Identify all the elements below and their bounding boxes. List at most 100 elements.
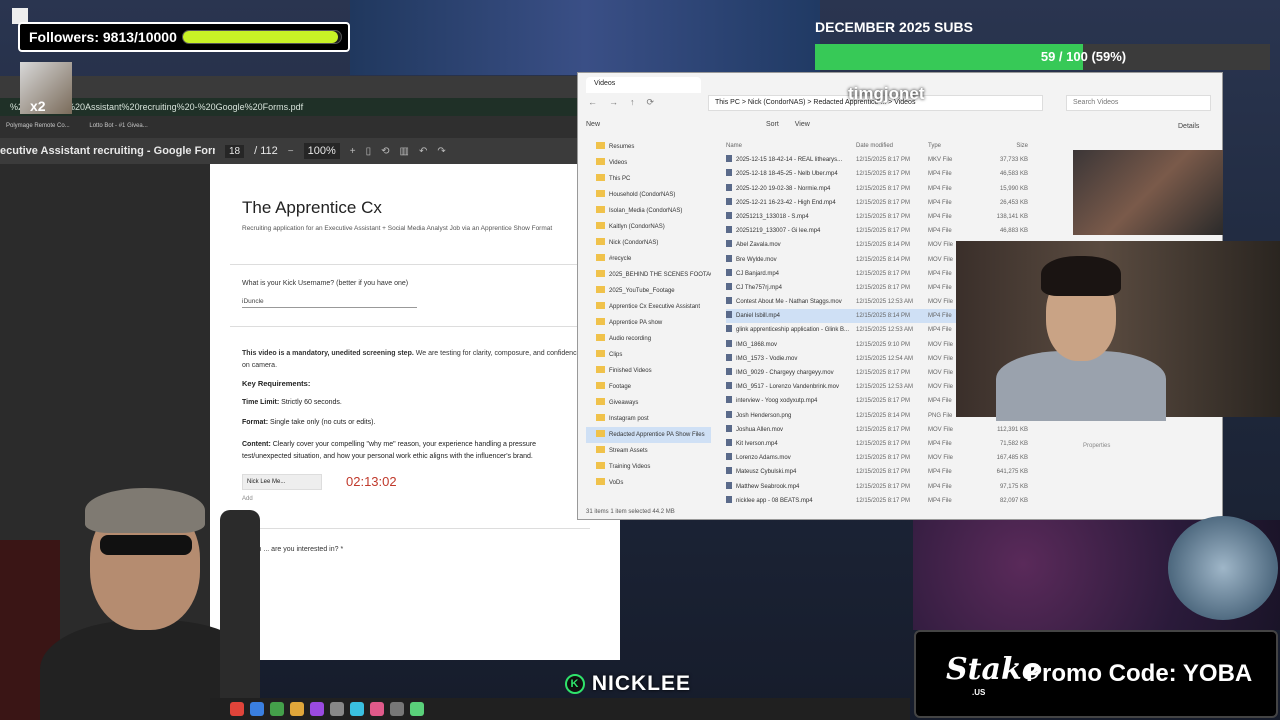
explorer-tab[interactable]: Videos (586, 77, 701, 93)
taskbar-app-icon[interactable] (290, 702, 304, 716)
file-row[interactable]: 2025-12-20 19-02-38 - Normie.mp4 12/15/20… (726, 182, 1066, 196)
tree-item-label: Isolan_Media (CondorNAS) (609, 208, 683, 214)
explorer-nav-arrows[interactable]: ←→↑⟳ (588, 97, 666, 108)
file-row[interactable]: Matthew Seabrook.mp4 12/15/2025 8:17 PM MP… (726, 480, 1066, 494)
tree-item[interactable]: 2025_YouTube_Footage (586, 283, 711, 299)
undo-icon[interactable]: ↶ (419, 146, 427, 157)
file-name: IMG_1573 - Vodie.mov (736, 355, 798, 362)
file-row[interactable]: Kit Iverson.mp4 12/15/2025 8:17 PM MP4 Fil… (726, 437, 1066, 451)
key-requirements-heading: Key Requirements: (242, 379, 311, 388)
watermark-text: timgjonet (848, 84, 925, 103)
taskbar-app-icon[interactable] (310, 702, 324, 716)
tree-item[interactable]: Giveaways (586, 395, 711, 411)
video-file-icon (726, 240, 732, 248)
taskbar-app-icon[interactable] (230, 702, 244, 716)
browser-address-bar[interactable]: %20Executive%20Assistant%20recruiting%20… (0, 98, 620, 116)
explorer-status-bar: 31 items 1 item selected 44.2 MB (586, 509, 675, 515)
column-size[interactable]: Size (988, 139, 1028, 153)
explorer-search-input[interactable]: Search Videos (1066, 95, 1211, 111)
file-date: 12/15/2025 8:17 PM (856, 199, 911, 206)
stake-logo-suffix: .US (972, 688, 986, 697)
tree-item[interactable]: Footage (586, 379, 711, 395)
sort-button[interactable]: Sort (766, 121, 779, 128)
file-date: 12/15/2025 8:17 PM (856, 426, 911, 433)
taskbar-app-icon[interactable] (410, 702, 424, 716)
tree-item[interactable]: VoDs (586, 475, 711, 491)
video-file-icon (726, 169, 732, 177)
followers-progress-fill (183, 31, 339, 43)
column-date[interactable]: Date modified (856, 139, 928, 153)
file-name: Mateusz Cybulski.mp4 (736, 469, 797, 476)
tree-item[interactable]: Isolan_Media (CondorNAS) (586, 203, 711, 219)
column-name[interactable]: Name (726, 139, 856, 153)
rotate-icon[interactable]: ⟲ (381, 146, 389, 157)
tree-item[interactable]: Clips (586, 347, 711, 363)
tree-item[interactable]: Nick (CondorNAS) (586, 235, 711, 251)
tree-item[interactable]: Resumes (586, 139, 711, 155)
details-button[interactable]: Details (1178, 123, 1199, 130)
video-file-icon (726, 211, 732, 219)
view-button[interactable]: View (795, 121, 810, 128)
file-row[interactable]: 2025-12-15 18-42-14 - REAL lithearys... 1… (726, 153, 1066, 167)
file-name: IMG_9029 - Chargeyy chargeyy.mov (736, 370, 834, 376)
tree-item[interactable]: Training Videos (586, 459, 711, 475)
file-row[interactable]: Lorenzo Adams.mov 12/15/2025 8:17 PM MOV F… (726, 451, 1066, 465)
redo-icon[interactable]: ↷ (437, 146, 445, 157)
folder-icon (596, 462, 605, 469)
file-name-cell: IMG_9517 - Lorenzo Vandenbrink.mov (726, 380, 856, 394)
tree-item[interactable]: Apprentice Cx Executive Assistant (586, 299, 711, 315)
taskbar-app-icon[interactable] (250, 702, 264, 716)
file-name: interview - Yoog xodyxutp.mp4 (736, 398, 818, 405)
tree-item[interactable]: This PC (586, 171, 711, 187)
zoom-level[interactable]: 100% (303, 143, 340, 159)
video-file-icon (726, 424, 732, 432)
taskbar-app-icon[interactable] (370, 702, 384, 716)
tree-item[interactable]: Kaitlyn (CondorNAS) (586, 219, 711, 235)
multiplier-badge: x2 (30, 98, 46, 114)
zoom-in-icon[interactable]: + (350, 146, 356, 157)
file-row[interactable]: Mateusz Cybulski.mp4 12/15/2025 8:17 PM MP… (726, 465, 1066, 479)
sidebar-icon[interactable]: ▥ (400, 146, 409, 157)
taskbar-app-icon[interactable] (330, 702, 344, 716)
tree-item[interactable]: Audio recording (586, 331, 711, 347)
taskbar-app-icon[interactable] (270, 702, 284, 716)
zoom-out-icon[interactable]: − (288, 146, 294, 157)
answer-kick-username[interactable]: iDuncle (242, 298, 417, 308)
file-date: 12/15/2025 8:17 PM (856, 157, 911, 164)
file-name: CJ Banjard.mp4 (736, 270, 780, 277)
tree-item-label: VoDs (609, 480, 624, 486)
column-type[interactable]: Type (928, 139, 988, 153)
file-date: 12/15/2025 12:53 AM (856, 384, 914, 391)
tree-item[interactable]: Finished Videos (586, 363, 711, 379)
page-number-input[interactable]: 18 (225, 144, 245, 158)
taskbar-app-icon[interactable] (350, 702, 364, 716)
browser-tab-bar[interactable] (0, 76, 620, 98)
tree-item[interactable]: Redacted Apprentice PA Show Files (586, 427, 711, 443)
file-row[interactable]: 20251219_133007 - Gi lee.mp4 12/15/2025 8… (726, 224, 1066, 238)
video-file-icon (726, 410, 732, 418)
tree-item[interactable]: Stream Assets (586, 443, 711, 459)
new-button[interactable]: New (586, 121, 600, 128)
tree-item[interactable]: Instagram post (586, 411, 711, 427)
file-row[interactable]: nicklee app - 08 BEATS.mp4 12/15/2025 8:1… (726, 494, 1066, 508)
tree-item[interactable]: Videos (586, 155, 711, 171)
subs-goal-title: DECEMBER 2025 SUBS (815, 19, 973, 35)
file-row[interactable]: 20251213_133018 - S.mp4 12/15/2025 8:17 P… (726, 210, 1066, 224)
fit-page-icon[interactable]: ▯ (366, 146, 372, 157)
tree-item[interactable]: Household (CondorNAS) (586, 187, 711, 203)
tree-item[interactable]: 2025_BEHIND THE SCENES FOOTAGE (586, 267, 711, 283)
file-row[interactable]: Joshua Allen.mov 12/15/2025 8:17 PM MOV Fi… (726, 423, 1066, 437)
bookmark-item[interactable]: Polymage Remote Co... (6, 123, 70, 129)
tree-item[interactable]: Apprentice PA show (586, 315, 711, 331)
file-row[interactable]: 2025-12-18 18-45-25 - Nelb Uber.mp4 12/15… (726, 167, 1066, 181)
properties-link[interactable]: Properties (1083, 443, 1110, 449)
taskbar-app-icon[interactable] (390, 702, 404, 716)
streamer-name-banner: K NICKLEE (565, 672, 691, 698)
tree-item[interactable]: #recycle (586, 251, 711, 267)
file-row[interactable]: 2025-12-21 16-23-42 - High End.mp4 12/15/… (726, 196, 1066, 210)
bookmark-item[interactable]: Lotto Bot - #1 Givea... (89, 123, 147, 129)
file-date: 12/15/2025 8:17 PM (856, 185, 911, 192)
time-limit-value: Strictly 60 seconds. (279, 399, 342, 406)
folder-icon (596, 446, 605, 453)
tree-item-label: Household (CondorNAS) (609, 192, 676, 198)
